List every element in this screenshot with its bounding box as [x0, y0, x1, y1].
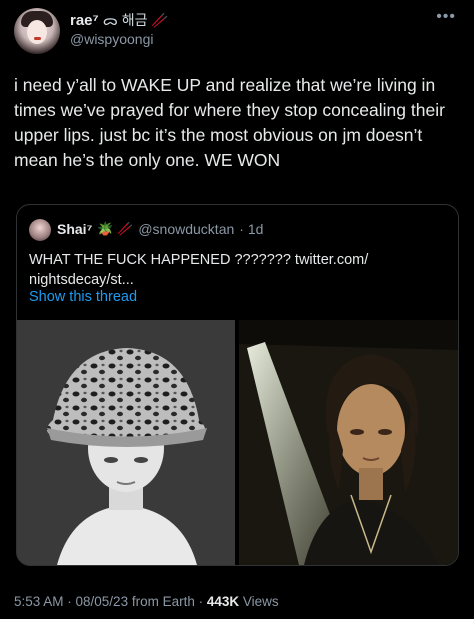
show-thread-link[interactable]: Show this thread [29, 289, 137, 305]
more-options-icon[interactable]: ••• [436, 8, 456, 26]
author-avatar[interactable] [14, 8, 60, 54]
stage-photo [239, 320, 458, 565]
tweet-meta: 5:53 AM · 08/05/23 from Earth · 443K Vie… [14, 594, 279, 609]
quote-image-left[interactable] [17, 320, 235, 565]
tweet-text: i need y’all to WAKE UP and realize that… [14, 75, 450, 170]
quote-author-avatar[interactable] [29, 219, 51, 241]
bucket-hat-photo [17, 320, 235, 565]
author-name-emoji: ᯅ 해금 🥢 [102, 12, 169, 28]
tweet-timestamp[interactable]: 5:53 AM · 08/05/23 from Earth · [14, 594, 207, 609]
quote-image-right[interactable] [239, 320, 458, 565]
author-name[interactable]: rae⁷ [70, 12, 99, 29]
views-count: 443K [206, 594, 240, 609]
author-name-row[interactable]: rae⁷ ᯅ 해금 🥢 [70, 10, 169, 30]
quote-author-row: Shai⁷ 🪴 🥢 @snowducktan · 1d [57, 221, 263, 237]
quote-author-emoji: 🪴 🥢 [97, 221, 134, 236]
avatar-face [27, 20, 47, 44]
quote-text: WHAT THE FUCK HAPPENED ??????? twitter.c… [29, 252, 369, 288]
quoted-tweet[interactable]: Shai⁷ 🪴 🥢 @snowducktan · 1d WHAT THE FUC… [16, 204, 459, 566]
quote-author-name[interactable]: Shai⁷ [57, 221, 92, 237]
author-handle[interactable]: @wispyoongi [70, 31, 153, 47]
quote-age: · 1d [239, 221, 264, 237]
avatar-lip [34, 37, 41, 40]
views-label: Views [239, 594, 279, 609]
quote-author-handle[interactable]: @snowducktan [138, 221, 234, 237]
